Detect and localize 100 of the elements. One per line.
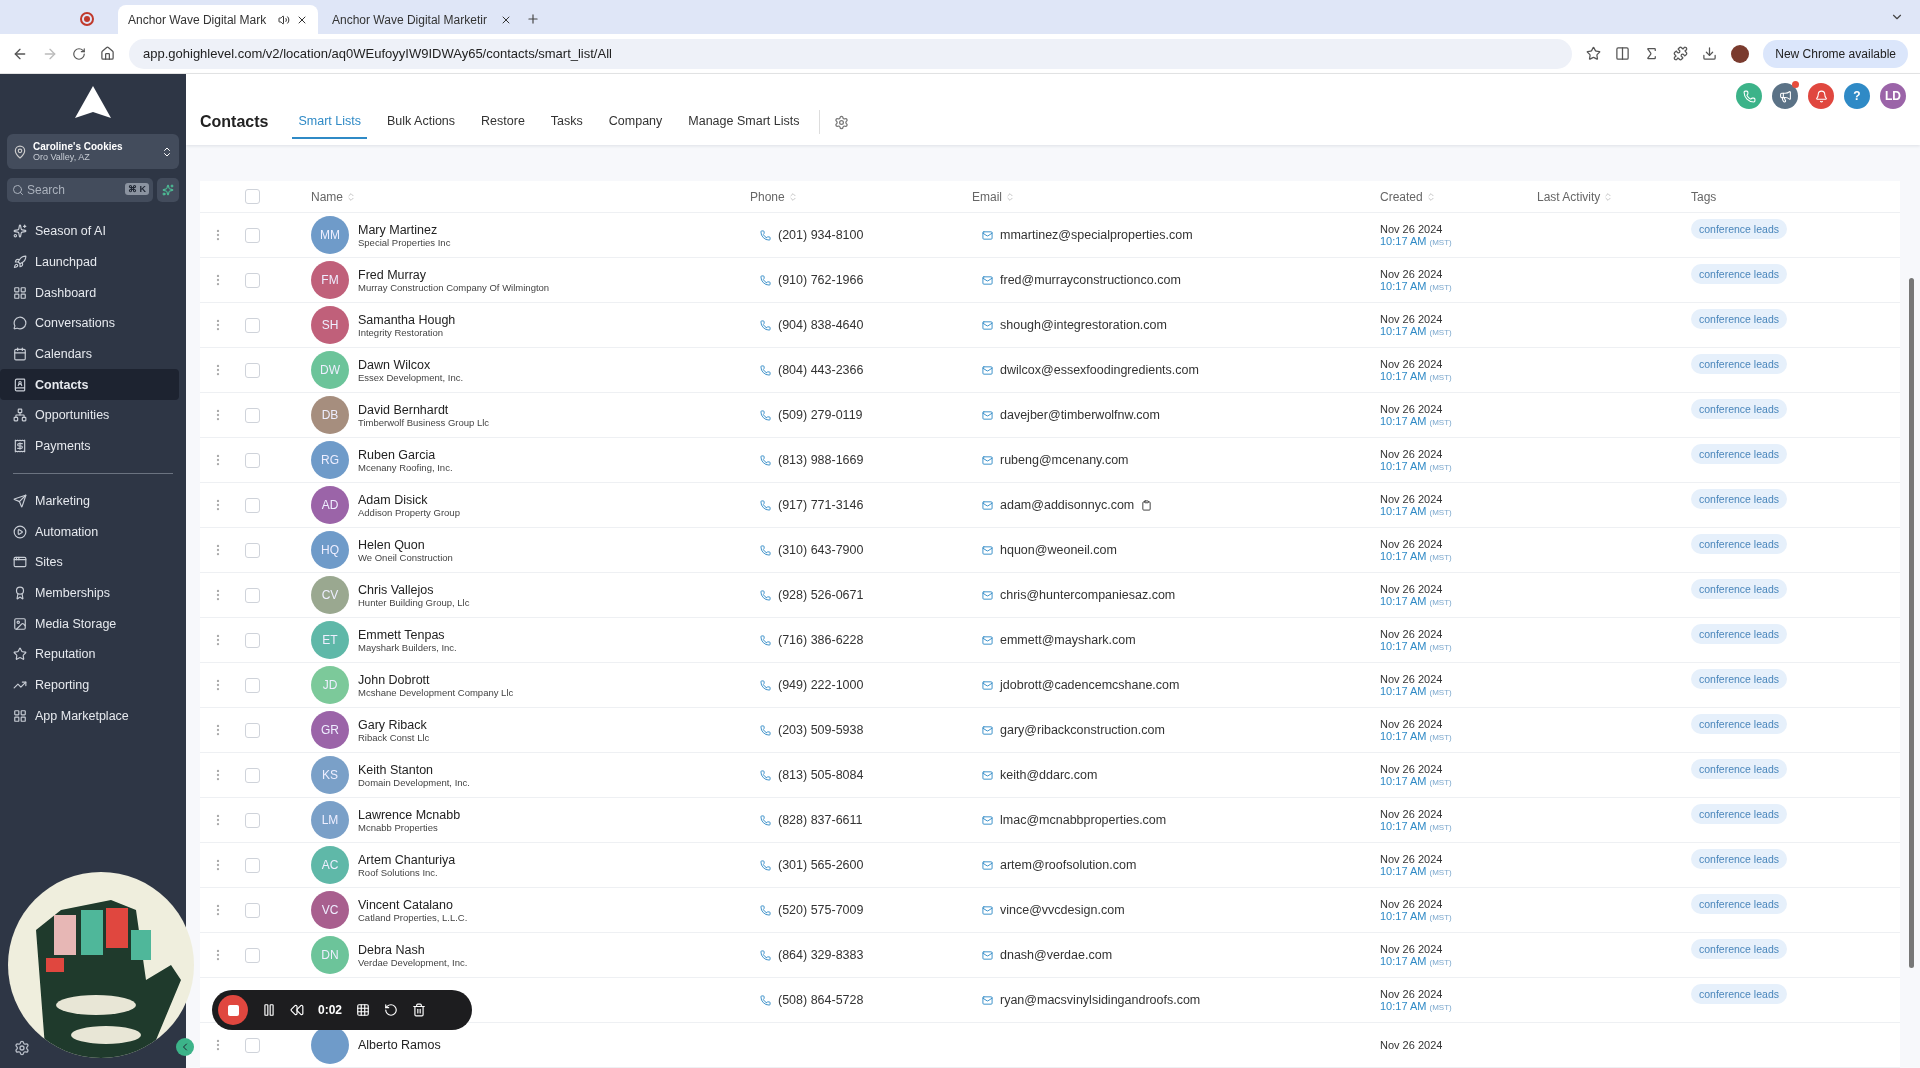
settings-icon[interactable] [834,114,850,130]
contact-name[interactable]: Adam Disick [358,492,460,507]
contact-name[interactable]: Alberto Ramos [358,1038,441,1052]
sidebar-item[interactable]: Launchpad [0,246,179,278]
checkbox[interactable] [245,677,260,693]
sort-icon[interactable] [1425,191,1436,202]
nav-tab[interactable]: Smart Lists [292,105,367,139]
contact-name[interactable]: Emmett Tenpas [358,627,457,642]
nav-tab[interactable]: Company [602,105,669,139]
contact-name[interactable]: Dawn Wilcox [358,357,464,372]
sidebar-item[interactable]: Memberships [0,577,179,609]
checkbox[interactable] [245,767,260,783]
checkbox[interactable] [245,497,260,513]
column-header[interactable]: Last Activity [1537,189,1601,204]
sidebar-item[interactable]: App Marketplace [0,700,179,731]
contact-name[interactable]: Chris Vallejos [358,582,470,597]
column-header[interactable]: Name [311,189,343,204]
contact-name[interactable]: Ruben Garcia [358,447,453,462]
checkbox[interactable] [245,812,260,828]
sidebar-item[interactable]: Payments [0,430,179,462]
nav-tab[interactable]: Tasks [544,105,589,139]
contact-name[interactable]: John Dobrott [358,672,514,687]
nav-tab[interactable]: Restore [475,105,531,139]
address-field[interactable]: app.gohighlevel.com/v2/location/aq0WEufoyyIW9IDWAy65/contacts/smart_list/All [129,38,1573,69]
phone-button[interactable] [1736,83,1762,109]
ai-button[interactable] [157,178,179,202]
reload-icon[interactable] [72,46,86,61]
contact-name[interactable]: Mary Martinez [358,222,451,237]
contact-name[interactable]: Vincent Catalano [358,897,468,912]
sidebar-item[interactable]: Conversations [0,308,179,339]
sidebar-item[interactable]: Sites [0,546,179,578]
checkbox[interactable] [245,947,260,963]
checkbox[interactable] [245,902,260,918]
checkbox[interactable] [245,227,260,243]
home-icon[interactable] [100,46,115,61]
browser-tab[interactable]: Anchor Wave Digital Mark [118,5,318,34]
contact-name[interactable]: Debra Nash [358,942,468,957]
new-tab-icon[interactable] [526,12,540,26]
settings-icon[interactable] [14,1040,30,1056]
checkbox[interactable] [245,189,260,204]
sort-icon[interactable] [1005,191,1015,202]
clipboard-icon[interactable] [1141,499,1153,511]
sidebar-item[interactable]: Season of AI [0,216,179,247]
checkbox[interactable] [245,407,260,423]
rewind-button[interactable] [290,1003,304,1017]
sort-icon[interactable] [1603,191,1614,202]
scrollbar[interactable] [1909,278,1914,968]
sort-icon[interactable] [346,191,356,202]
nav-tab[interactable]: Bulk Actions [380,105,462,139]
nav-tab[interactable]: Manage Smart Lists [682,105,806,139]
download-icon[interactable] [1702,46,1718,61]
sidebar-item[interactable]: Dashboard [0,277,179,309]
sidebar-item[interactable]: Automation [0,516,179,547]
sidebar-item[interactable]: Reporting [0,669,179,701]
sidebar-item[interactable]: Calendars [0,338,179,370]
checkbox[interactable] [245,362,260,378]
location-switcher[interactable]: Caroline's Cookies Oro Valley, AZ [7,134,179,169]
help-button[interactable]: ? [1844,83,1870,109]
profile-avatar[interactable] [1731,44,1750,63]
delete-button[interactable] [412,1003,427,1017]
column-header[interactable]: Email [972,189,1002,204]
checkbox[interactable] [245,542,260,558]
sidebar-item[interactable]: Opportunities [0,400,179,431]
notification-button[interactable] [1808,83,1834,109]
undo-button[interactable] [384,1003,399,1017]
checkbox[interactable] [245,722,260,738]
checkbox[interactable] [245,1037,260,1053]
contact-name[interactable]: Keith Stanton [358,762,470,777]
column-header[interactable]: Phone [750,189,785,204]
sidebar-item[interactable]: Contacts [0,369,179,401]
grid-button[interactable] [356,1003,371,1017]
extensions-icon[interactable] [1673,46,1689,61]
pause-button[interactable] [262,1003,276,1017]
contact-name[interactable]: Samantha Hough [358,312,456,327]
collapse-button[interactable] [176,1038,194,1056]
user-avatar[interactable]: LD [1880,83,1906,109]
browser-tab[interactable]: Anchor Wave Digital Marketir [322,5,522,34]
contact-name[interactable]: Gary Riback [358,717,430,732]
checkbox[interactable] [245,857,260,873]
contact-name[interactable]: Fred Murray [358,267,550,282]
update-button[interactable]: New Chrome available [1763,39,1908,68]
contact-name[interactable]: David Bernhardt [358,402,490,417]
column-header[interactable]: Tags [1691,189,1717,204]
bookmark-icon[interactable] [1586,46,1602,61]
sort-icon[interactable] [787,191,798,202]
contact-name[interactable]: Lawrence Mcnabb [358,807,461,822]
column-header[interactable]: Created [1380,189,1423,204]
megaphone-button[interactable] [1772,83,1798,109]
sidebar-item[interactable]: Reputation [0,638,179,670]
contact-name[interactable]: Artem Chanturiya [358,852,456,867]
checkbox[interactable] [245,452,260,468]
checkbox[interactable] [245,272,260,288]
contact-name[interactable]: Helen Quon [358,537,453,552]
sidebar-item[interactable]: Marketing [0,485,179,517]
sidebar-item[interactable]: Media Storage [0,608,179,639]
checkbox[interactable] [245,632,260,648]
reader-icon[interactable] [1615,46,1631,61]
checkbox[interactable] [245,317,260,333]
checkbox[interactable] [245,587,260,603]
stop-button[interactable] [218,995,248,1025]
